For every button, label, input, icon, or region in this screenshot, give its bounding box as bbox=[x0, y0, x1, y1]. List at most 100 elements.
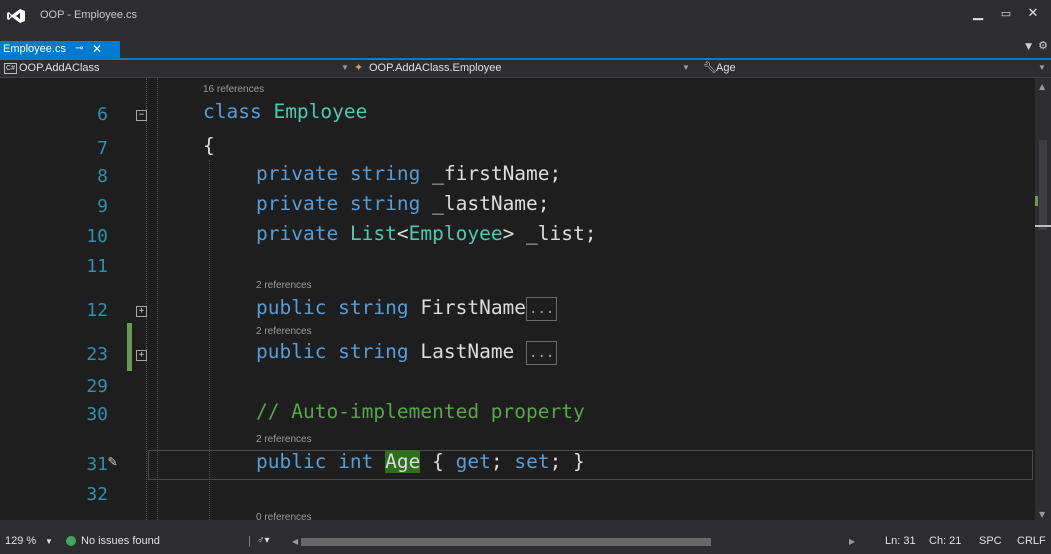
line-number: 8 bbox=[97, 166, 108, 187]
project-dropdown[interactable]: C# OOP.AddAClass ▼ bbox=[0, 60, 350, 77]
identifier-token: _lastName; bbox=[432, 192, 550, 215]
line-number: 29 bbox=[86, 376, 108, 397]
project-dropdown-label: OOP.AddAClass bbox=[19, 62, 100, 74]
line-number: 11 bbox=[86, 256, 108, 277]
spacing-indicator[interactable]: SPC bbox=[979, 535, 1002, 547]
type-token: Employee bbox=[408, 222, 503, 245]
line-number: 6 bbox=[97, 104, 108, 125]
line-number: 9 bbox=[97, 196, 108, 217]
visual-studio-logo-icon bbox=[7, 9, 25, 23]
scroll-down-icon[interactable]: ▼ bbox=[1039, 510, 1045, 519]
chevron-down-icon: ▼ bbox=[682, 63, 690, 72]
code-line: private string _lastName; bbox=[256, 192, 550, 215]
brush-icon[interactable]: ♂▾ bbox=[257, 535, 270, 546]
keyword-token: public string bbox=[256, 296, 409, 319]
identifier-token: _firstName; bbox=[432, 162, 562, 185]
expand-icon[interactable]: + bbox=[136, 350, 147, 361]
navigation-bar: C# OOP.AddAClass ▼ ✦ OOP.AddAClass.Emplo… bbox=[0, 60, 1051, 78]
codelens-references[interactable]: 16 references bbox=[203, 84, 264, 95]
type-token: Employee bbox=[273, 100, 368, 123]
tab-employee-cs[interactable]: Employee.cs ⊸ ✕ bbox=[0, 41, 120, 59]
chevron-down-icon: ▼ bbox=[341, 63, 349, 72]
identifier-token: FirstName bbox=[420, 296, 527, 319]
scroll-up-icon[interactable]: ▲ bbox=[1039, 82, 1045, 91]
outline-margin-line bbox=[146, 78, 147, 520]
column-indicator[interactable]: Ch: 21 bbox=[929, 535, 961, 547]
code-line: { bbox=[203, 134, 215, 157]
zoom-chevron-down-icon[interactable]: ▼ bbox=[45, 537, 53, 546]
pin-icon[interactable]: ⊸ bbox=[75, 43, 83, 54]
code-line: public string FirstName... bbox=[256, 296, 558, 321]
scroll-right-icon[interactable]: ▶ bbox=[849, 537, 855, 546]
line-number: 23 bbox=[86, 344, 108, 365]
title-bar: OOP - Employee.cs ▁ ▭ ✕ bbox=[0, 0, 1051, 34]
code-line: public int Age { get; set; } bbox=[256, 450, 585, 473]
member-dropdown-label: Age bbox=[716, 62, 736, 74]
member-dropdown[interactable]: 🔧︎ Age ▼ bbox=[703, 60, 1047, 77]
maximize-button[interactable]: ▭ bbox=[995, 4, 1017, 24]
wrench-property-icon: 🔧︎ bbox=[703, 62, 717, 74]
scroll-left-icon[interactable]: ◀ bbox=[292, 537, 298, 546]
codelens-references[interactable]: 0 references bbox=[256, 512, 312, 520]
screwdriver-quick-action-icon[interactable]: ✎ bbox=[108, 452, 117, 470]
keyword-token: set bbox=[514, 450, 550, 473]
scrollbar-thumb[interactable] bbox=[1039, 140, 1047, 230]
collapsed-region-button[interactable]: ... bbox=[526, 296, 558, 321]
change-indicator bbox=[127, 323, 132, 371]
line-ending-indicator[interactable]: CRLF bbox=[1017, 535, 1046, 547]
gear-icon[interactable]: ⚙ bbox=[1038, 39, 1048, 52]
punct-token: ; bbox=[490, 450, 515, 473]
horizontal-scroll-thumb[interactable] bbox=[301, 538, 711, 546]
codelens-references[interactable]: 2 references bbox=[256, 326, 312, 337]
vertical-scrollbar[interactable]: ▲ ▼ bbox=[1035, 78, 1051, 520]
line-number: 10 bbox=[86, 226, 108, 247]
line-number: 30 bbox=[86, 404, 108, 425]
punct-token: < bbox=[396, 222, 409, 245]
keyword-token: get bbox=[455, 450, 491, 473]
code-editor[interactable]: 16 references − 6 class Employee 7 { 8 p… bbox=[0, 78, 1035, 520]
type-dropdown[interactable]: ✦ OOP.AddAClass.Employee ▼ bbox=[352, 60, 692, 77]
status-bar: 129 % ▼ No issues found | ♂▾ ◀ ▶ Ln: 31 … bbox=[0, 530, 1051, 554]
keyword-token: private string bbox=[256, 162, 421, 185]
collapsed-region-button[interactable]: ... bbox=[526, 340, 558, 365]
code-line: public string LastName ... bbox=[256, 340, 558, 365]
codelens-references[interactable]: 2 references bbox=[256, 280, 312, 291]
keyword-token: public string bbox=[256, 340, 409, 363]
tab-label: Employee.cs bbox=[3, 43, 66, 55]
horizontal-scroll-area bbox=[0, 520, 1051, 530]
caret-marker bbox=[1035, 225, 1051, 227]
line-number: 7 bbox=[97, 138, 108, 159]
collapse-icon[interactable]: − bbox=[136, 110, 147, 121]
code-line: private List<Employee> _list; bbox=[256, 222, 597, 245]
close-window-button[interactable]: ✕ bbox=[1022, 4, 1044, 24]
punct-token: ; } bbox=[549, 450, 585, 473]
code-line: class Employee bbox=[203, 100, 367, 123]
keyword-token: public int bbox=[256, 450, 374, 473]
identifier-token: LastName bbox=[420, 340, 527, 363]
line-number: 12 bbox=[86, 300, 108, 321]
comment-line: // Auto-implemented property bbox=[256, 400, 585, 423]
keyword-token: private bbox=[256, 222, 339, 245]
codelens-references[interactable]: 2 references bbox=[256, 434, 312, 445]
identifier-token: > _list; bbox=[502, 222, 597, 245]
type-dropdown-label: OOP.AddAClass.Employee bbox=[369, 62, 502, 74]
line-indicator[interactable]: Ln: 31 bbox=[885, 535, 916, 547]
line-number: 32 bbox=[86, 484, 108, 505]
issues-status[interactable]: No issues found bbox=[81, 535, 160, 547]
minimize-button[interactable]: ▁ bbox=[967, 4, 989, 24]
punct-token: { bbox=[420, 450, 456, 473]
line-number: 31 bbox=[86, 454, 108, 475]
window-title: OOP - Employee.cs bbox=[40, 9, 137, 21]
type-token: List bbox=[349, 222, 397, 245]
expand-icon[interactable]: + bbox=[136, 306, 147, 317]
keyword-token: class bbox=[203, 100, 262, 123]
code-line: private string _firstName; bbox=[256, 162, 561, 185]
tab-close-icon[interactable]: ✕ bbox=[92, 42, 102, 56]
chevron-down-icon: ▼ bbox=[1038, 63, 1046, 72]
zoom-level[interactable]: 129 % bbox=[5, 535, 36, 547]
change-marker bbox=[1035, 196, 1038, 206]
separator: | bbox=[248, 535, 251, 547]
document-tab-strip: Employee.cs ⊸ ✕ ▼ ⚙ bbox=[0, 34, 1051, 59]
tab-overflow-chevron-icon[interactable]: ▼ bbox=[1025, 42, 1032, 52]
keyword-token: private string bbox=[256, 192, 421, 215]
